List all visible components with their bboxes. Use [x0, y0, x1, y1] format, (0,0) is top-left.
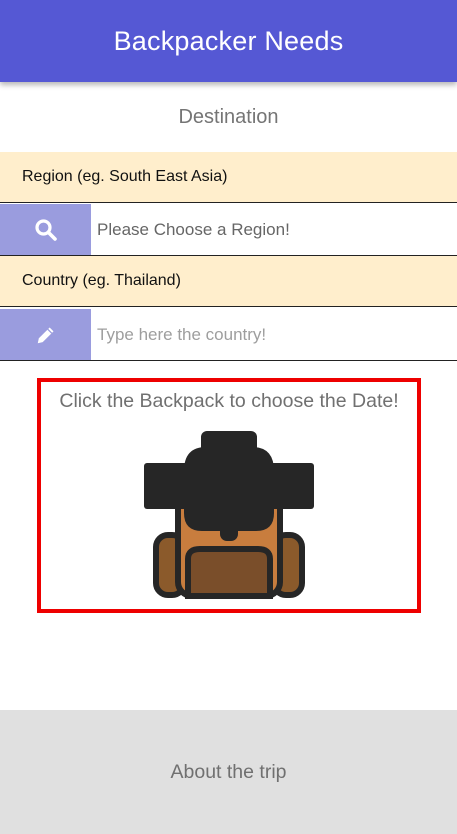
country-input-row: [0, 309, 457, 361]
country-edit-button[interactable]: [0, 309, 91, 360]
about-trip-button[interactable]: About the trip: [0, 710, 457, 834]
region-input[interactable]: [91, 204, 457, 255]
screen: Backpacker Needs Destination Region (eg.…: [0, 0, 457, 834]
region-search-button[interactable]: [0, 204, 91, 255]
app-bar: Backpacker Needs: [0, 0, 457, 82]
region-label: Region (eg. South East Asia): [0, 152, 457, 203]
app-title: Backpacker Needs: [113, 25, 344, 56]
country-label: Country (eg. Thailand): [0, 256, 457, 307]
search-icon: [34, 218, 57, 241]
date-picker-backpack[interactable]: Click the Backpack to choose the Date!: [37, 378, 421, 613]
country-input[interactable]: [91, 309, 457, 360]
date-picker-caption: Click the Backpack to choose the Date!: [59, 390, 399, 412]
destination-header: Destination: [0, 82, 457, 153]
pencil-icon: [37, 326, 54, 343]
region-input-row: [0, 204, 457, 256]
backpack-icon[interactable]: [144, 431, 314, 599]
